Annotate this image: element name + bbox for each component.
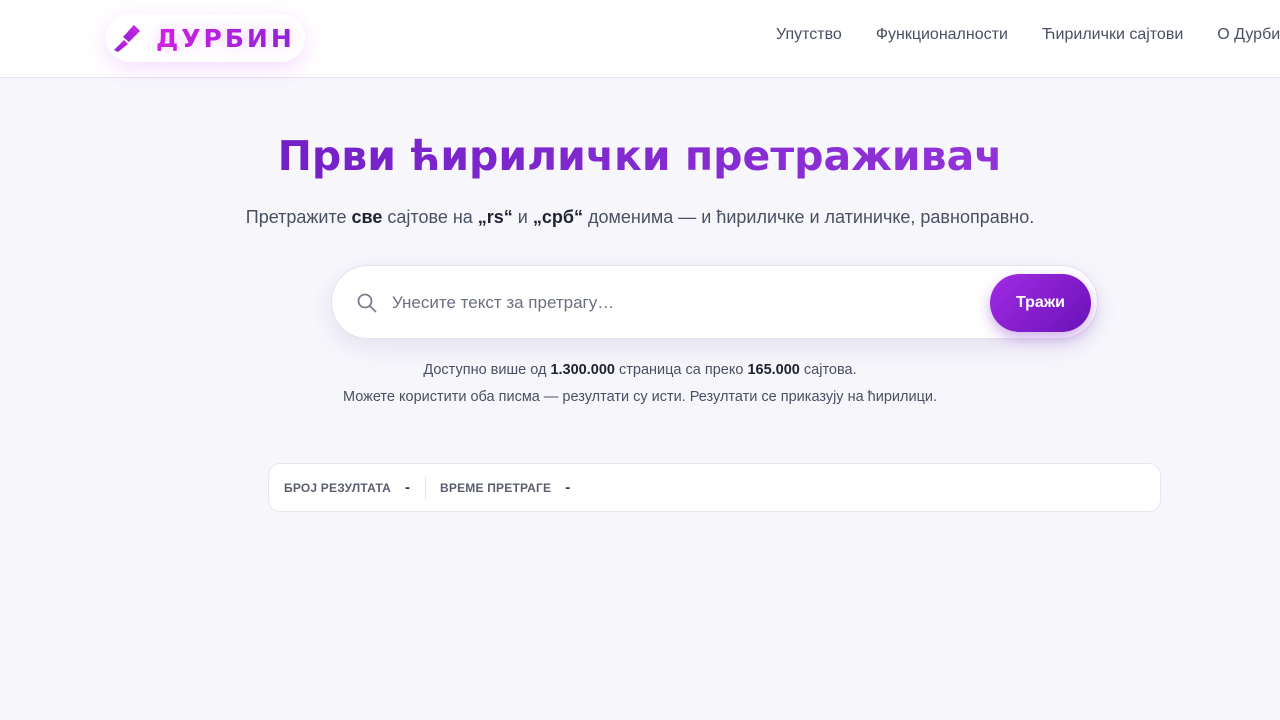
subtitle-text: Претражите (245, 207, 352, 227)
site-header: ДУРБИН Упутство Функционалности Ћириличк… (0, 0, 1280, 78)
subtitle-domain-rs: „rs“ (477, 207, 513, 227)
logo-text: ДУРБИН (156, 23, 295, 53)
subtitle-text: сајтове на (382, 207, 478, 227)
nav-item-cyrillic-sites[interactable]: Ћирилички сајтови (1042, 26, 1183, 44)
site-count: 165.000 (747, 362, 800, 378)
search-time-value: - (565, 479, 571, 496)
search-box: Тражи (331, 265, 1098, 339)
info-text: Доступно више од (423, 362, 551, 378)
results-count-label: БРОЈ РЕЗУЛТАТА (284, 480, 391, 495)
subtitle-text: доменима — и ћириличке и латиничке, равн… (582, 207, 1035, 227)
nav-item-guide[interactable]: Упутство (776, 26, 842, 44)
subtitle-emphasis-all: све (351, 207, 383, 227)
search-button[interactable]: Тражи (990, 274, 1091, 332)
search-time-stat: ВРЕМЕ ПРЕТРАГЕ - (440, 479, 570, 496)
search-icon (357, 293, 377, 313)
search-input[interactable] (392, 284, 982, 322)
nav-item-features[interactable]: Функционалности (876, 26, 1008, 44)
page-count: 1.300.000 (550, 362, 615, 378)
nav-item-about[interactable]: О Дурбину (1217, 26, 1280, 44)
search-stats-bar: БРОЈ РЕЗУЛТАТА - ВРЕМЕ ПРЕТРАГЕ - (268, 463, 1161, 512)
index-stats-text: Доступно више од 1.300.000 страница са п… (0, 362, 1280, 378)
results-count-stat: БРОЈ РЕЗУЛТАТА - (284, 479, 410, 496)
info-text: сајтова. (799, 362, 857, 378)
telescope-icon (114, 25, 140, 52)
stats-divider (425, 477, 426, 499)
page-subtitle: Претражите све сајтове на „rs“ и „срб“ д… (0, 207, 1280, 228)
script-note-text: Можете користити оба писма — резултати с… (343, 389, 937, 405)
subtitle-domain-srb: „срб“ (532, 207, 583, 227)
results-count-value: - (405, 479, 410, 496)
subtitle-text: и (512, 207, 533, 227)
search-time-label: ВРЕМЕ ПРЕТРАГЕ (440, 480, 552, 495)
page-title: Први ћирилички претраживач (0, 132, 1280, 180)
info-text: страница са преко (614, 362, 748, 378)
logo-link[interactable]: ДУРБИН (106, 14, 305, 62)
main-nav: Упутство Функционалности Ћирилички сајто… (776, 26, 1280, 44)
